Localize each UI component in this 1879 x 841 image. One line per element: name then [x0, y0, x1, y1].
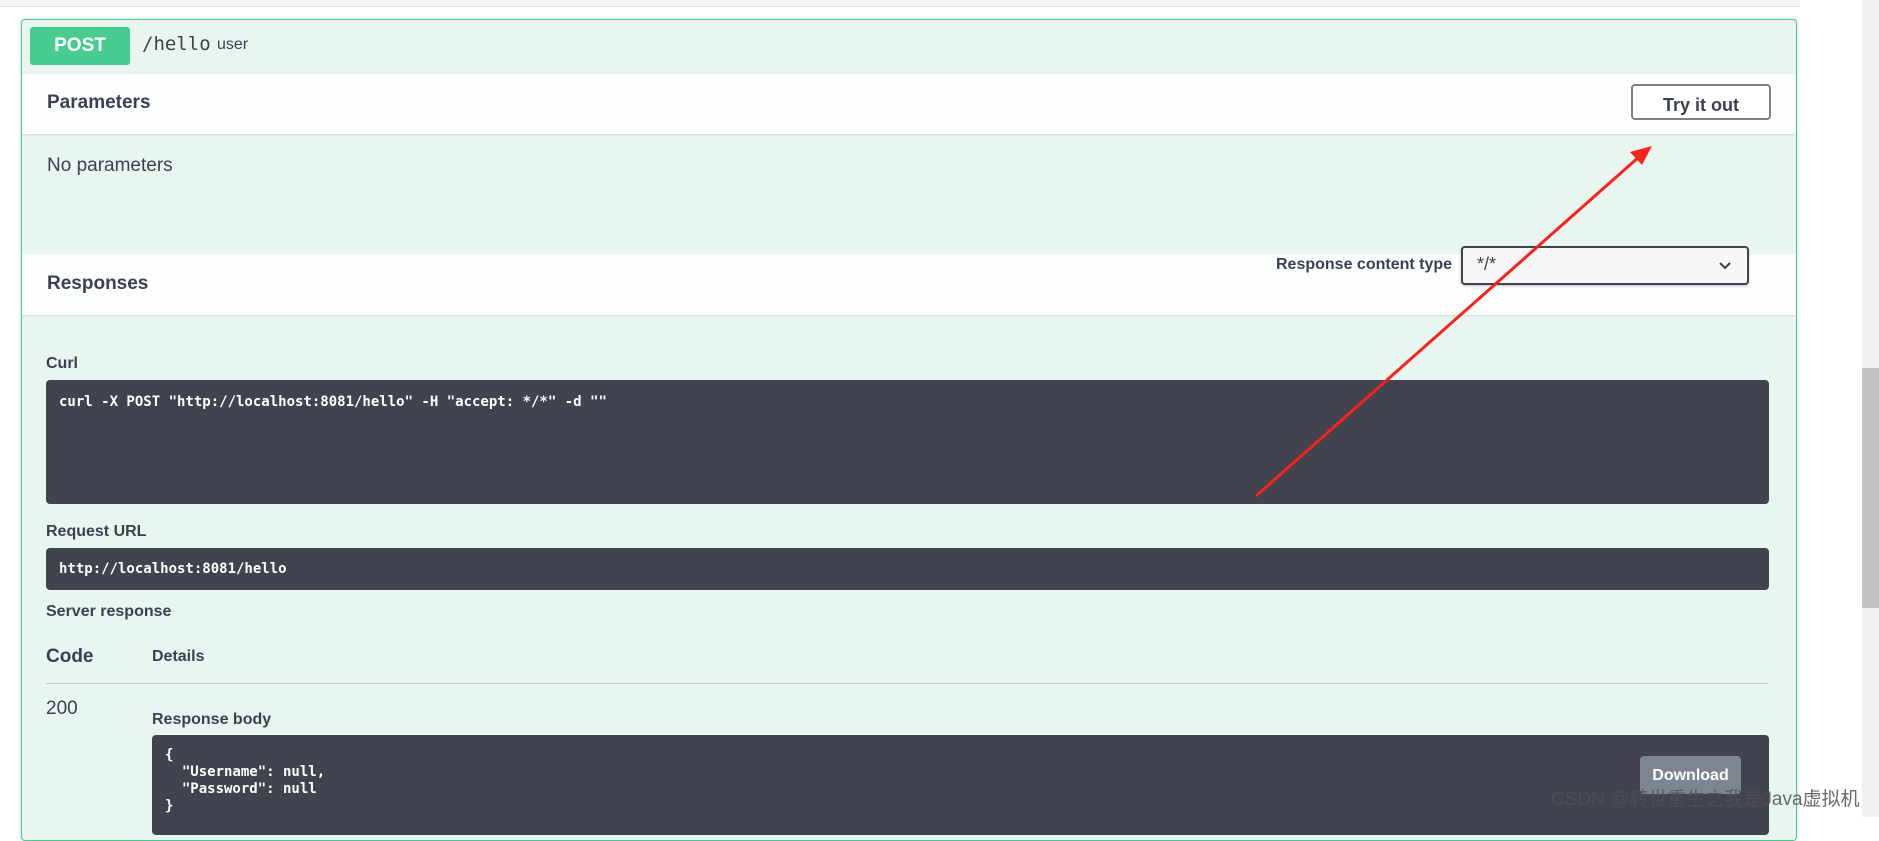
red-arrow-icon	[1255, 146, 1652, 498]
